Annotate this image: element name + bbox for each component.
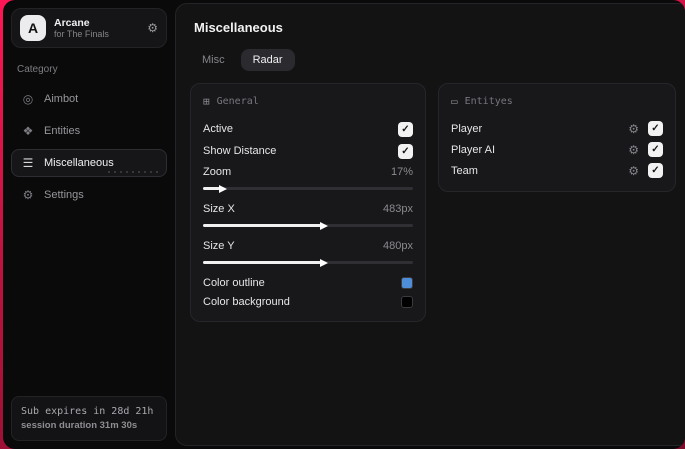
color-background-row: Color background bbox=[203, 292, 413, 311]
selected-item-dots-decoration bbox=[106, 167, 158, 174]
entities-cube-icon: ❖ bbox=[22, 124, 34, 138]
app-logo: A bbox=[20, 15, 46, 41]
player-ai-checkbox[interactable]: ✓ bbox=[648, 142, 663, 157]
size-x-slider-thumb[interactable] bbox=[319, 221, 328, 230]
subscription-card: Sub expires in 28d 21h session duration … bbox=[11, 395, 167, 441]
settings-gear-icon: ⚙ bbox=[22, 188, 34, 202]
show-distance-checkbox[interactable]: ✓ bbox=[398, 143, 413, 159]
sidebar-item-label: Aimbot bbox=[44, 93, 79, 105]
panels-container: ⊞ General Active ✓ Show Distance ✓ Zoom bbox=[176, 71, 685, 334]
zoom-slider-thumb[interactable] bbox=[218, 184, 227, 193]
size-x-value: 483px bbox=[383, 203, 413, 215]
zoom-value: 17% bbox=[390, 166, 413, 178]
app-header-card: A Arcane for The Finals ⚙ bbox=[11, 8, 167, 48]
general-icon: ⊞ bbox=[203, 95, 210, 108]
entities-monitor-icon: ▭ bbox=[451, 95, 458, 108]
aimbot-crosshair-icon: ◎ bbox=[22, 92, 34, 106]
general-panel-title: General bbox=[216, 96, 259, 107]
active-checkbox[interactable]: ✓ bbox=[398, 121, 413, 137]
main-card: Miscellaneous Misc Radar ⊞ General Activ… bbox=[175, 3, 685, 446]
tab-misc[interactable]: Misc bbox=[190, 49, 237, 71]
sidebar-item-label: Entities bbox=[44, 125, 81, 137]
color-background-swatch[interactable] bbox=[401, 295, 413, 308]
color-outline-swatch[interactable] bbox=[401, 276, 413, 289]
player-checkbox[interactable]: ✓ bbox=[648, 121, 663, 136]
entities-panel-title: Entityes bbox=[464, 96, 513, 107]
app-settings-gear-icon[interactable]: ⚙ bbox=[147, 21, 158, 35]
entity-row-player: Player ⚙ ✓ bbox=[451, 118, 663, 139]
toggle-row-show-distance: Show Distance ✓ bbox=[203, 140, 413, 162]
app-window: A Arcane for The Finals ⚙ Category ◎ Aim… bbox=[3, 0, 685, 449]
sub-expiry-text: Sub expires in 28d 21h bbox=[21, 405, 154, 417]
sidebar-item-label: Miscellaneous bbox=[44, 157, 114, 169]
app-subtitle: for The Finals bbox=[54, 28, 109, 39]
sidebar: A Arcane for The Finals ⚙ Category ◎ Aim… bbox=[3, 0, 175, 449]
sidebar-item-entities[interactable]: ❖ Entities bbox=[11, 117, 167, 145]
entity-row-player-ai: Player AI ⚙ ✓ bbox=[451, 139, 663, 160]
tab-radar[interactable]: Radar bbox=[240, 49, 295, 71]
size-y-value: 480px bbox=[383, 240, 413, 252]
sidebar-item-label: Settings bbox=[44, 189, 84, 201]
zoom-slider-block: Zoom 17% bbox=[203, 162, 413, 193]
session-duration-text: session duration 31m 30s bbox=[21, 419, 138, 431]
size-y-slider[interactable] bbox=[203, 258, 413, 267]
size-x-slider[interactable] bbox=[203, 221, 413, 230]
team-checkbox[interactable]: ✓ bbox=[648, 163, 663, 178]
entity-row-team: Team ⚙ ✓ bbox=[451, 160, 663, 181]
player-settings-gear-icon[interactable]: ⚙ bbox=[628, 122, 639, 136]
tab-bar: Misc Radar bbox=[176, 35, 685, 71]
miscellaneous-sliders-icon: ☰ bbox=[22, 156, 34, 170]
sidebar-item-settings[interactable]: ⚙ Settings bbox=[11, 181, 167, 209]
entities-panel: ▭ Entityes Player ⚙ ✓ Player AI ⚙ ✓ Team… bbox=[438, 83, 676, 192]
color-outline-row: Color outline bbox=[203, 273, 413, 292]
general-panel: ⊞ General Active ✓ Show Distance ✓ Zoom bbox=[190, 83, 426, 322]
app-title: Arcane bbox=[54, 16, 90, 29]
page-title: Miscellaneous bbox=[194, 20, 283, 35]
sidebar-item-aimbot[interactable]: ◎ Aimbot bbox=[11, 85, 167, 113]
toggle-row-active: Active ✓ bbox=[203, 118, 413, 140]
player-ai-settings-gear-icon[interactable]: ⚙ bbox=[628, 143, 639, 157]
sidebar-item-miscellaneous[interactable]: ☰ Miscellaneous bbox=[11, 149, 167, 177]
main-area: Miscellaneous Misc Radar ⊞ General Activ… bbox=[175, 0, 685, 449]
zoom-slider[interactable] bbox=[203, 184, 413, 193]
team-settings-gear-icon[interactable]: ⚙ bbox=[628, 164, 639, 178]
size-y-slider-thumb[interactable] bbox=[319, 258, 328, 267]
size-y-slider-block: Size Y 480px bbox=[203, 236, 413, 267]
size-x-slider-block: Size X 483px bbox=[203, 199, 413, 230]
category-label: Category bbox=[17, 64, 58, 75]
